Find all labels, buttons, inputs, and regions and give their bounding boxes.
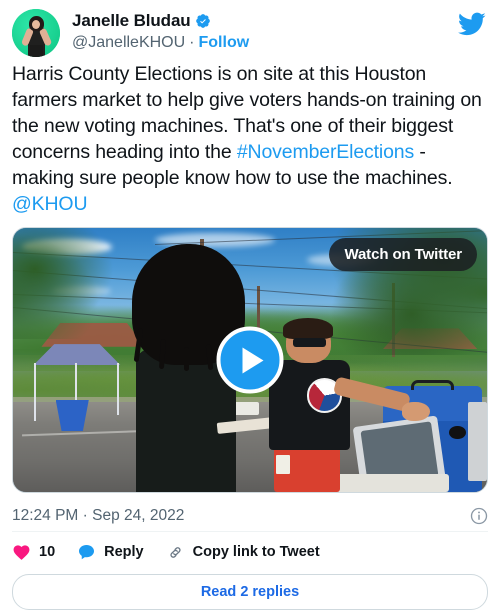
worker-hair bbox=[283, 317, 333, 339]
read-replies-button[interactable]: Read 2 replies bbox=[12, 574, 488, 610]
separator-dot: · bbox=[189, 33, 195, 51]
timestamp[interactable]: 12:24 PM · Sep 24, 2022 bbox=[12, 506, 184, 526]
voting-machine-handle bbox=[411, 379, 454, 391]
action-bar: 10 Reply Copy link to Tweet bbox=[12, 532, 488, 572]
copy-link-label: Copy link to Tweet bbox=[192, 544, 320, 560]
copy-link-button[interactable]: Copy link to Tweet bbox=[166, 543, 320, 562]
tweet-header: Janelle Bludau @JanelleKHOU · Follow bbox=[12, 0, 488, 57]
tree-left bbox=[13, 228, 127, 339]
account-handle[interactable]: @JanelleKHOU bbox=[72, 33, 185, 53]
voting-machine-latch bbox=[449, 426, 466, 440]
tweet-meta: 12:24 PM · Sep 24, 2022 bbox=[12, 501, 488, 531]
like-count: 10 bbox=[39, 544, 56, 560]
play-button[interactable] bbox=[216, 326, 284, 394]
like-button[interactable]: 10 bbox=[12, 543, 55, 562]
voting-machine-side-panel bbox=[468, 402, 487, 482]
tent-leg bbox=[34, 362, 37, 421]
info-circle-icon[interactable] bbox=[470, 507, 488, 525]
watch-on-twitter-button[interactable]: Watch on Twitter bbox=[329, 238, 477, 271]
display-name[interactable]: Janelle Bludau bbox=[72, 11, 191, 31]
avatar-legs bbox=[30, 45, 43, 57]
mention-link[interactable]: @KHOU bbox=[12, 193, 88, 215]
voter-dreadlock bbox=[183, 346, 189, 371]
hashtag-link[interactable]: #NovemberElections bbox=[237, 141, 414, 163]
play-icon bbox=[242, 347, 263, 373]
twitter-bird-icon[interactable] bbox=[458, 10, 486, 38]
display-name-row: Janelle Bludau bbox=[72, 10, 249, 31]
account-names: Janelle Bludau @JanelleKHOU · Follow bbox=[72, 9, 249, 53]
link-icon bbox=[170, 546, 181, 558]
heart-icon bbox=[13, 544, 30, 560]
handle-row: @JanelleKHOU · Follow bbox=[72, 32, 249, 53]
tweet-embed-card: Janelle Bludau @JanelleKHOU · Follow Har… bbox=[0, 0, 500, 610]
reply-button[interactable]: Reply bbox=[77, 543, 144, 562]
tweet-text: Harris County Elections is on site at th… bbox=[12, 61, 488, 217]
video-thumbnail[interactable]: Watch on Twitter bbox=[12, 227, 488, 493]
avatar[interactable] bbox=[12, 9, 60, 57]
voting-machine-base bbox=[325, 473, 450, 492]
tent-leg bbox=[117, 362, 120, 416]
reply-label: Reply bbox=[104, 544, 144, 560]
reply-bubble-icon bbox=[79, 544, 95, 559]
worker-sunglasses bbox=[292, 337, 326, 347]
worker-id-badge bbox=[276, 455, 291, 474]
follow-link[interactable]: Follow bbox=[199, 33, 250, 53]
verified-icon bbox=[195, 13, 210, 28]
avatar-face bbox=[32, 19, 40, 29]
worker-hand bbox=[401, 402, 431, 421]
